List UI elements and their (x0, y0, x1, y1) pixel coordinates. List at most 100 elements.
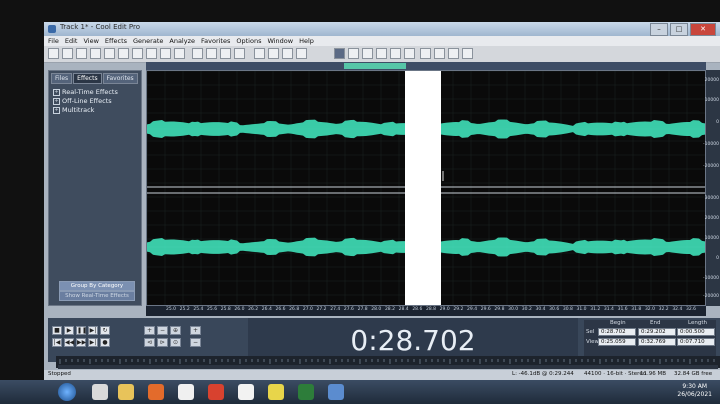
app-icon-2[interactable] (238, 384, 254, 400)
toolbar-noise-icon[interactable] (268, 48, 279, 59)
end-header: End (650, 320, 661, 326)
fast-forward-icon[interactable]: ▶▶ (76, 338, 86, 347)
toolbar-undo-icon[interactable] (104, 48, 115, 59)
organizer-panel: Files Effects Favorites + Real-Time Effec… (48, 70, 142, 306)
app-icon-1[interactable] (178, 384, 194, 400)
toolbar-settings-icon[interactable] (434, 48, 445, 59)
toolbar-copy-icon[interactable] (118, 48, 129, 59)
toolbar-trim-icon[interactable] (146, 48, 157, 59)
toolbar-close-icon[interactable] (90, 48, 101, 59)
zoom-selection-icon[interactable]: ⊙ (170, 338, 181, 347)
chrome-icon[interactable] (268, 384, 284, 400)
sel-begin-field[interactable]: 0:28.702 (598, 328, 636, 336)
zoom-to-left-icon[interactable]: ⊲ (144, 338, 155, 347)
menu-item-edit[interactable]: Edit (65, 36, 78, 46)
zoom-full-icon[interactable]: ⊕ (170, 326, 181, 335)
time-tick-label: 25.4 (193, 307, 204, 312)
toolbar-amplify-icon[interactable] (206, 48, 217, 59)
toolbar-cue-icon[interactable] (362, 48, 373, 59)
menu-item-view[interactable]: View (83, 36, 98, 46)
menu-item-effects[interactable]: Effects (105, 36, 127, 46)
expand-icon[interactable]: + (53, 98, 60, 105)
toolbar-cd-icon[interactable] (462, 48, 473, 59)
tree-item-label: Real-Time Effects (62, 88, 118, 96)
toolbar-mix-icon[interactable] (160, 48, 171, 59)
toolbar-markers-icon[interactable] (376, 48, 387, 59)
go-to-end-icon[interactable]: ▶| (88, 338, 98, 347)
play-icon[interactable]: ▶ (64, 326, 74, 335)
waveform-display[interactable] (146, 70, 706, 306)
time-tick-label: 27.6 (343, 307, 354, 312)
current-time: 0:28.702 (350, 324, 476, 357)
toolbar-delete-icon[interactable] (174, 48, 185, 59)
view-begin-field[interactable]: 0:25.059 (598, 338, 636, 346)
toolbar-help-icon[interactable] (420, 48, 431, 59)
overview-view-range[interactable] (344, 63, 406, 69)
maximize-icon[interactable]: □ (670, 23, 688, 36)
menu-item-favorites[interactable]: Favorites (201, 36, 230, 46)
view-end-field[interactable]: 0:32.769 (638, 338, 676, 346)
toolbar-view-spectral-icon[interactable] (348, 48, 359, 59)
menu-item-generate[interactable]: Generate (133, 36, 163, 46)
sel-length-field[interactable]: 0:00.500 (677, 328, 715, 336)
zoom-in-horizontal-icon[interactable]: + (144, 326, 155, 335)
toolbar-mode-icon[interactable] (48, 48, 59, 59)
excel-icon[interactable] (298, 384, 314, 400)
toolbar-paste-icon[interactable] (132, 48, 143, 59)
tab-effects[interactable]: Effects (73, 73, 102, 84)
toolbar-multitrack-icon[interactable] (448, 48, 459, 59)
toolbar-open-icon[interactable] (62, 48, 73, 59)
toolbar-normalize-icon[interactable] (220, 48, 231, 59)
menu-item-help[interactable]: Help (299, 36, 314, 46)
system-clock[interactable]: 9:30 AM 26/06/2021 (677, 383, 712, 399)
record-icon[interactable]: ● (100, 338, 110, 347)
expand-icon[interactable]: + (53, 107, 60, 114)
toolbar-effect-icon[interactable] (192, 48, 203, 59)
menu-item-options[interactable]: Options (236, 36, 261, 46)
menu-item-file[interactable]: File (48, 36, 59, 46)
tab-favorites[interactable]: Favorites (102, 73, 138, 84)
photo-frame: Track 1* - Cool Edit Pro – □ ✕ File Edit V… (0, 0, 720, 404)
opera-icon[interactable] (208, 384, 224, 400)
tab-files[interactable]: Files (51, 73, 73, 84)
toolbar-view-waveform-icon[interactable] (334, 48, 345, 59)
expand-icon[interactable]: + (53, 89, 60, 96)
overview-bar[interactable] (146, 62, 706, 70)
group-by-category-button[interactable]: Group By Category (59, 281, 135, 291)
ie-icon[interactable] (92, 384, 108, 400)
firefox-icon[interactable] (148, 384, 164, 400)
minimize-icon[interactable]: – (650, 23, 668, 36)
close-icon[interactable]: ✕ (690, 23, 716, 36)
time-tick-label: 31.8 (631, 307, 642, 312)
loop-icon[interactable]: ↻ (100, 326, 110, 335)
toolbar-options-icon[interactable] (404, 48, 415, 59)
show-real-time-effects-button[interactable]: Show Real-Time Effects (59, 291, 135, 301)
menu-item-analyze[interactable]: Analyze (169, 36, 195, 46)
folder-icon[interactable] (118, 384, 134, 400)
toolbar-reverb-icon[interactable] (282, 48, 293, 59)
zoom-in-vertical-icon[interactable]: + (190, 326, 201, 335)
zoom-out-vertical-icon[interactable]: − (190, 338, 201, 347)
view-length-field[interactable]: 0:07.710 (677, 338, 715, 346)
menu-item-window[interactable]: Window (267, 36, 293, 46)
pause-icon[interactable]: ❚❚ (76, 326, 87, 335)
start-icon[interactable] (58, 383, 76, 401)
tree-item-real-time[interactable]: + Real-Time Effects (53, 88, 137, 97)
play-to-end-icon[interactable]: ▶| (88, 326, 98, 335)
toolbar-delay-icon[interactable] (296, 48, 307, 59)
time-tick-label: 29.8 (494, 307, 505, 312)
go-to-start-icon[interactable]: |◀ (52, 338, 62, 347)
tree-item-off-line[interactable]: + Off-Line Effects (53, 97, 137, 106)
cool-edit-icon[interactable] (328, 384, 344, 400)
toolbar-fade-icon[interactable] (234, 48, 245, 59)
time-tick-label: 32.4 (672, 307, 683, 312)
zoom-to-right-icon[interactable]: ⊳ (157, 338, 168, 347)
toolbar-analyze-icon[interactable] (390, 48, 401, 59)
tree-item-multitrack[interactable]: + Multitrack (53, 106, 137, 115)
toolbar-filter-icon[interactable] (254, 48, 265, 59)
sel-end-field[interactable]: 0:29.202 (638, 328, 676, 336)
zoom-out-horizontal-icon[interactable]: − (157, 326, 168, 335)
toolbar-save-icon[interactable] (76, 48, 87, 59)
stop-icon[interactable]: ■ (52, 326, 62, 335)
rewind-icon[interactable]: ◀◀ (64, 338, 74, 347)
